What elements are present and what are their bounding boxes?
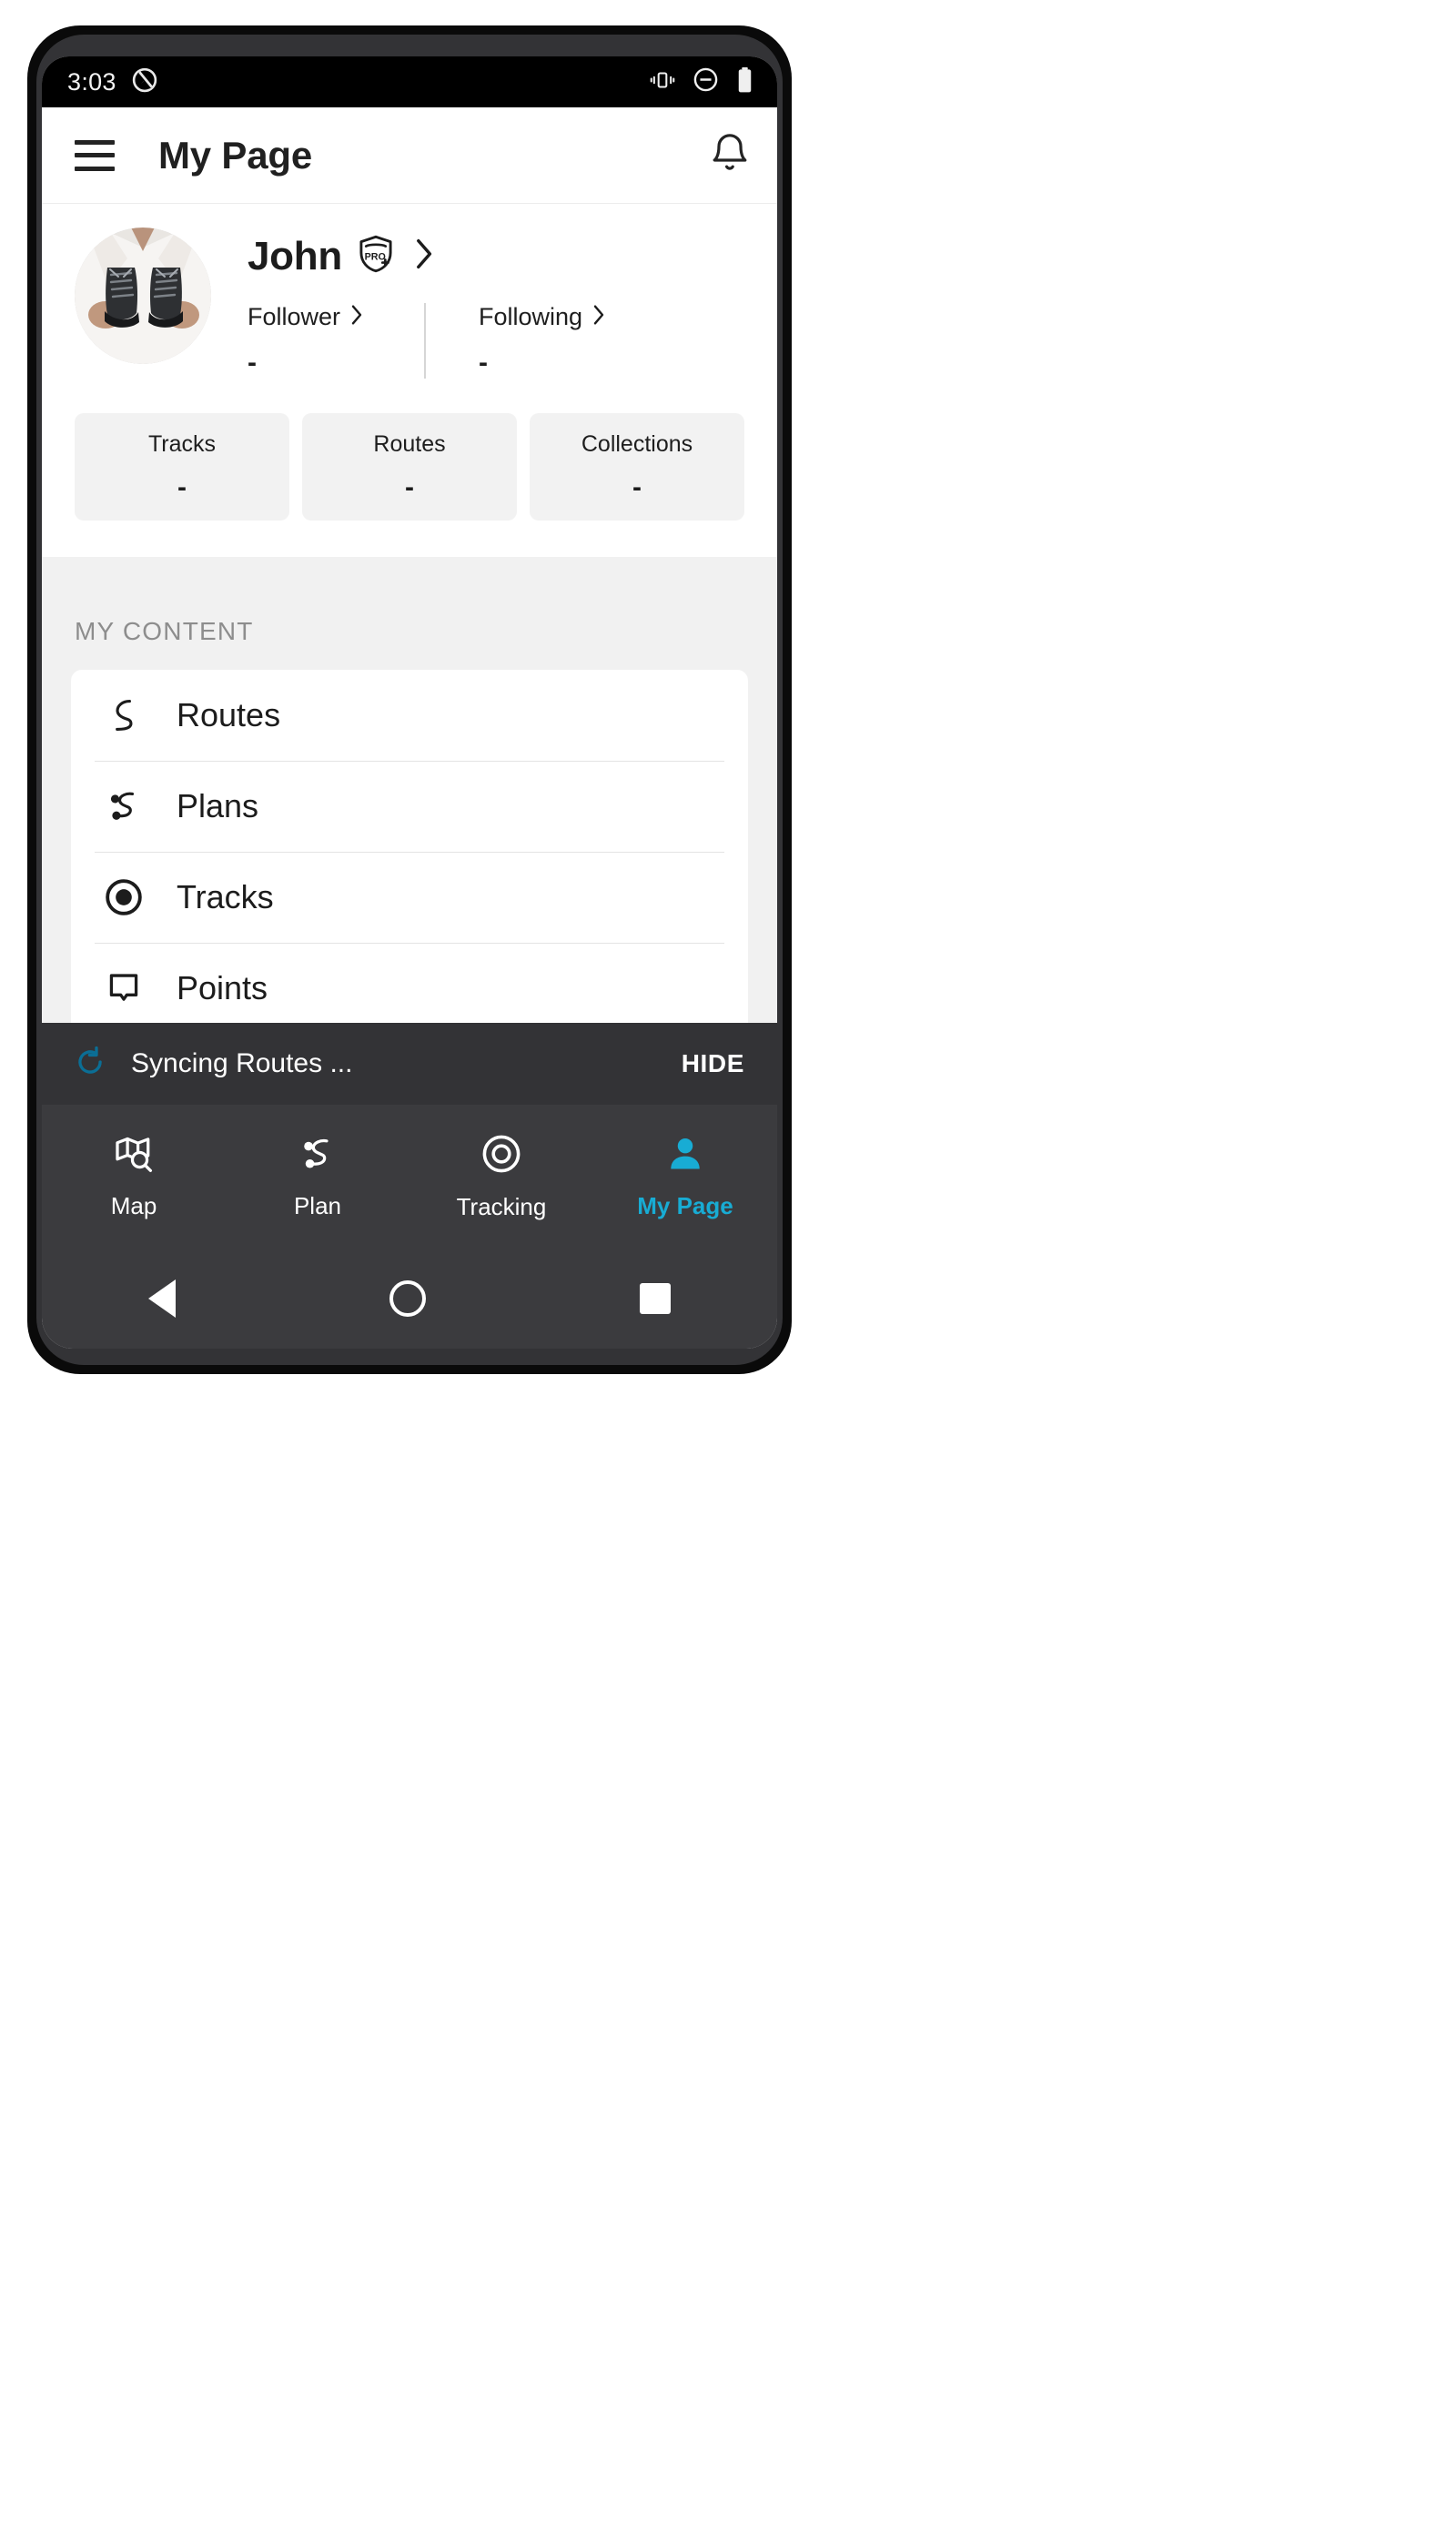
list-item-points-label: Points [177, 969, 268, 1006]
stat-cards-row: Tracks - Routes - Collections - [42, 379, 777, 557]
card-collections[interactable]: Collections - [530, 413, 744, 521]
chevron-right-icon [349, 304, 364, 330]
my-content-title: MY CONTENT [75, 617, 254, 645]
app-bar: My Page [42, 107, 777, 204]
android-navigation-bar [42, 1249, 777, 1349]
recents-square-icon[interactable] [639, 1283, 671, 1314]
card-tracks-value: - [177, 471, 187, 502]
back-triangle-icon[interactable] [148, 1279, 177, 1318]
pro-badge-icon: PRO [355, 233, 397, 279]
stat-following-value: - [479, 348, 488, 378]
list-item-tracks[interactable]: Tracks [71, 852, 748, 943]
bottom-navigation: Map Plan Tracking My Page [42, 1105, 777, 1249]
map-search-icon [113, 1133, 155, 1179]
tracking-icon [480, 1132, 523, 1180]
stat-following[interactable]: Following - [479, 303, 652, 379]
stat-following-label: Following [479, 303, 583, 330]
list-item-plans[interactable]: Plans [71, 761, 748, 852]
card-tracks[interactable]: Tracks - [75, 413, 289, 521]
phone-screen: 3:03 My Page John PRO Follower - Followi… [42, 56, 777, 1349]
plan-icon [297, 1133, 339, 1179]
svg-text:PRO: PRO [365, 251, 386, 262]
card-tracks-label: Tracks [147, 430, 217, 457]
card-collections-value: - [632, 471, 642, 502]
chevron-right-icon [592, 304, 606, 330]
stat-follower[interactable]: Follower - [248, 303, 420, 379]
list-item-tracks-label: Tracks [177, 878, 274, 915]
my-content-list: Routes Plans Tracks Points [71, 670, 748, 1034]
card-routes[interactable]: Routes - [302, 413, 517, 521]
battery-icon [736, 66, 753, 98]
status-bar: 3:03 [42, 56, 777, 107]
bell-icon[interactable] [708, 131, 752, 179]
point-marker-icon [98, 968, 149, 1008]
list-item-points[interactable]: Points [71, 943, 748, 1034]
screenshot-root: 3:03 My Page John PRO Follower - Followi… [0, 0, 1456, 2548]
profile-details: John PRO Follower - Following - [248, 228, 744, 379]
stat-following-head: Following [479, 303, 652, 331]
profile-name: John [248, 233, 342, 278]
card-routes-value: - [405, 471, 414, 502]
refresh-icon [73, 1045, 107, 1084]
do-not-disturb-icon [693, 66, 719, 97]
list-item-routes-label: Routes [177, 696, 281, 733]
route-icon [98, 695, 149, 735]
profile-stats-row: Follower - Following - [248, 303, 744, 379]
card-collections-label: Collections [581, 430, 693, 457]
status-bar-left: 3:03 [67, 66, 158, 98]
list-item-routes[interactable]: Routes [71, 670, 748, 761]
profile-section: John PRO Follower - Following - [42, 204, 777, 379]
sync-bar: Syncing Routes ... HIDE [42, 1023, 777, 1105]
profile-name-row[interactable]: John PRO [248, 233, 744, 279]
nav-item-map[interactable]: Map [42, 1105, 226, 1249]
nav-item-plan-label: Plan [293, 1192, 342, 1219]
nav-item-tracking[interactable]: Tracking [410, 1105, 593, 1249]
status-bar-right [650, 66, 753, 98]
stats-divider [424, 303, 426, 379]
stat-follower-value: - [248, 348, 257, 378]
nav-item-my-page-label: My Page [637, 1192, 733, 1219]
stat-follower-label: Follower [248, 303, 341, 330]
hamburger-menu-icon[interactable] [75, 139, 115, 171]
card-routes-label: Routes [373, 430, 446, 457]
status-clock: 3:03 [67, 67, 116, 96]
location-off-icon [131, 66, 158, 98]
stat-follower-head: Follower [248, 303, 420, 331]
list-item-plans-label: Plans [177, 787, 259, 824]
track-record-icon [98, 876, 149, 918]
nav-item-my-page[interactable]: My Page [593, 1105, 777, 1249]
nav-item-map-label: Map [110, 1192, 157, 1219]
sync-message: Syncing Routes ... [131, 1048, 353, 1078]
profile-chevron-icon [413, 238, 437, 275]
nav-item-tracking-label: Tracking [456, 1193, 547, 1220]
sync-hide-button[interactable]: HIDE [682, 1049, 744, 1078]
home-circle-icon[interactable] [389, 1280, 426, 1317]
avatar[interactable] [75, 228, 211, 364]
nav-item-plan[interactable]: Plan [226, 1105, 410, 1249]
my-content-section: MY CONTENT Routes Plans Tracks Points [42, 557, 777, 1034]
person-icon [664, 1133, 706, 1179]
vibrate-icon [650, 68, 675, 96]
page-title: My Page [158, 133, 312, 177]
plan-icon [98, 786, 149, 826]
